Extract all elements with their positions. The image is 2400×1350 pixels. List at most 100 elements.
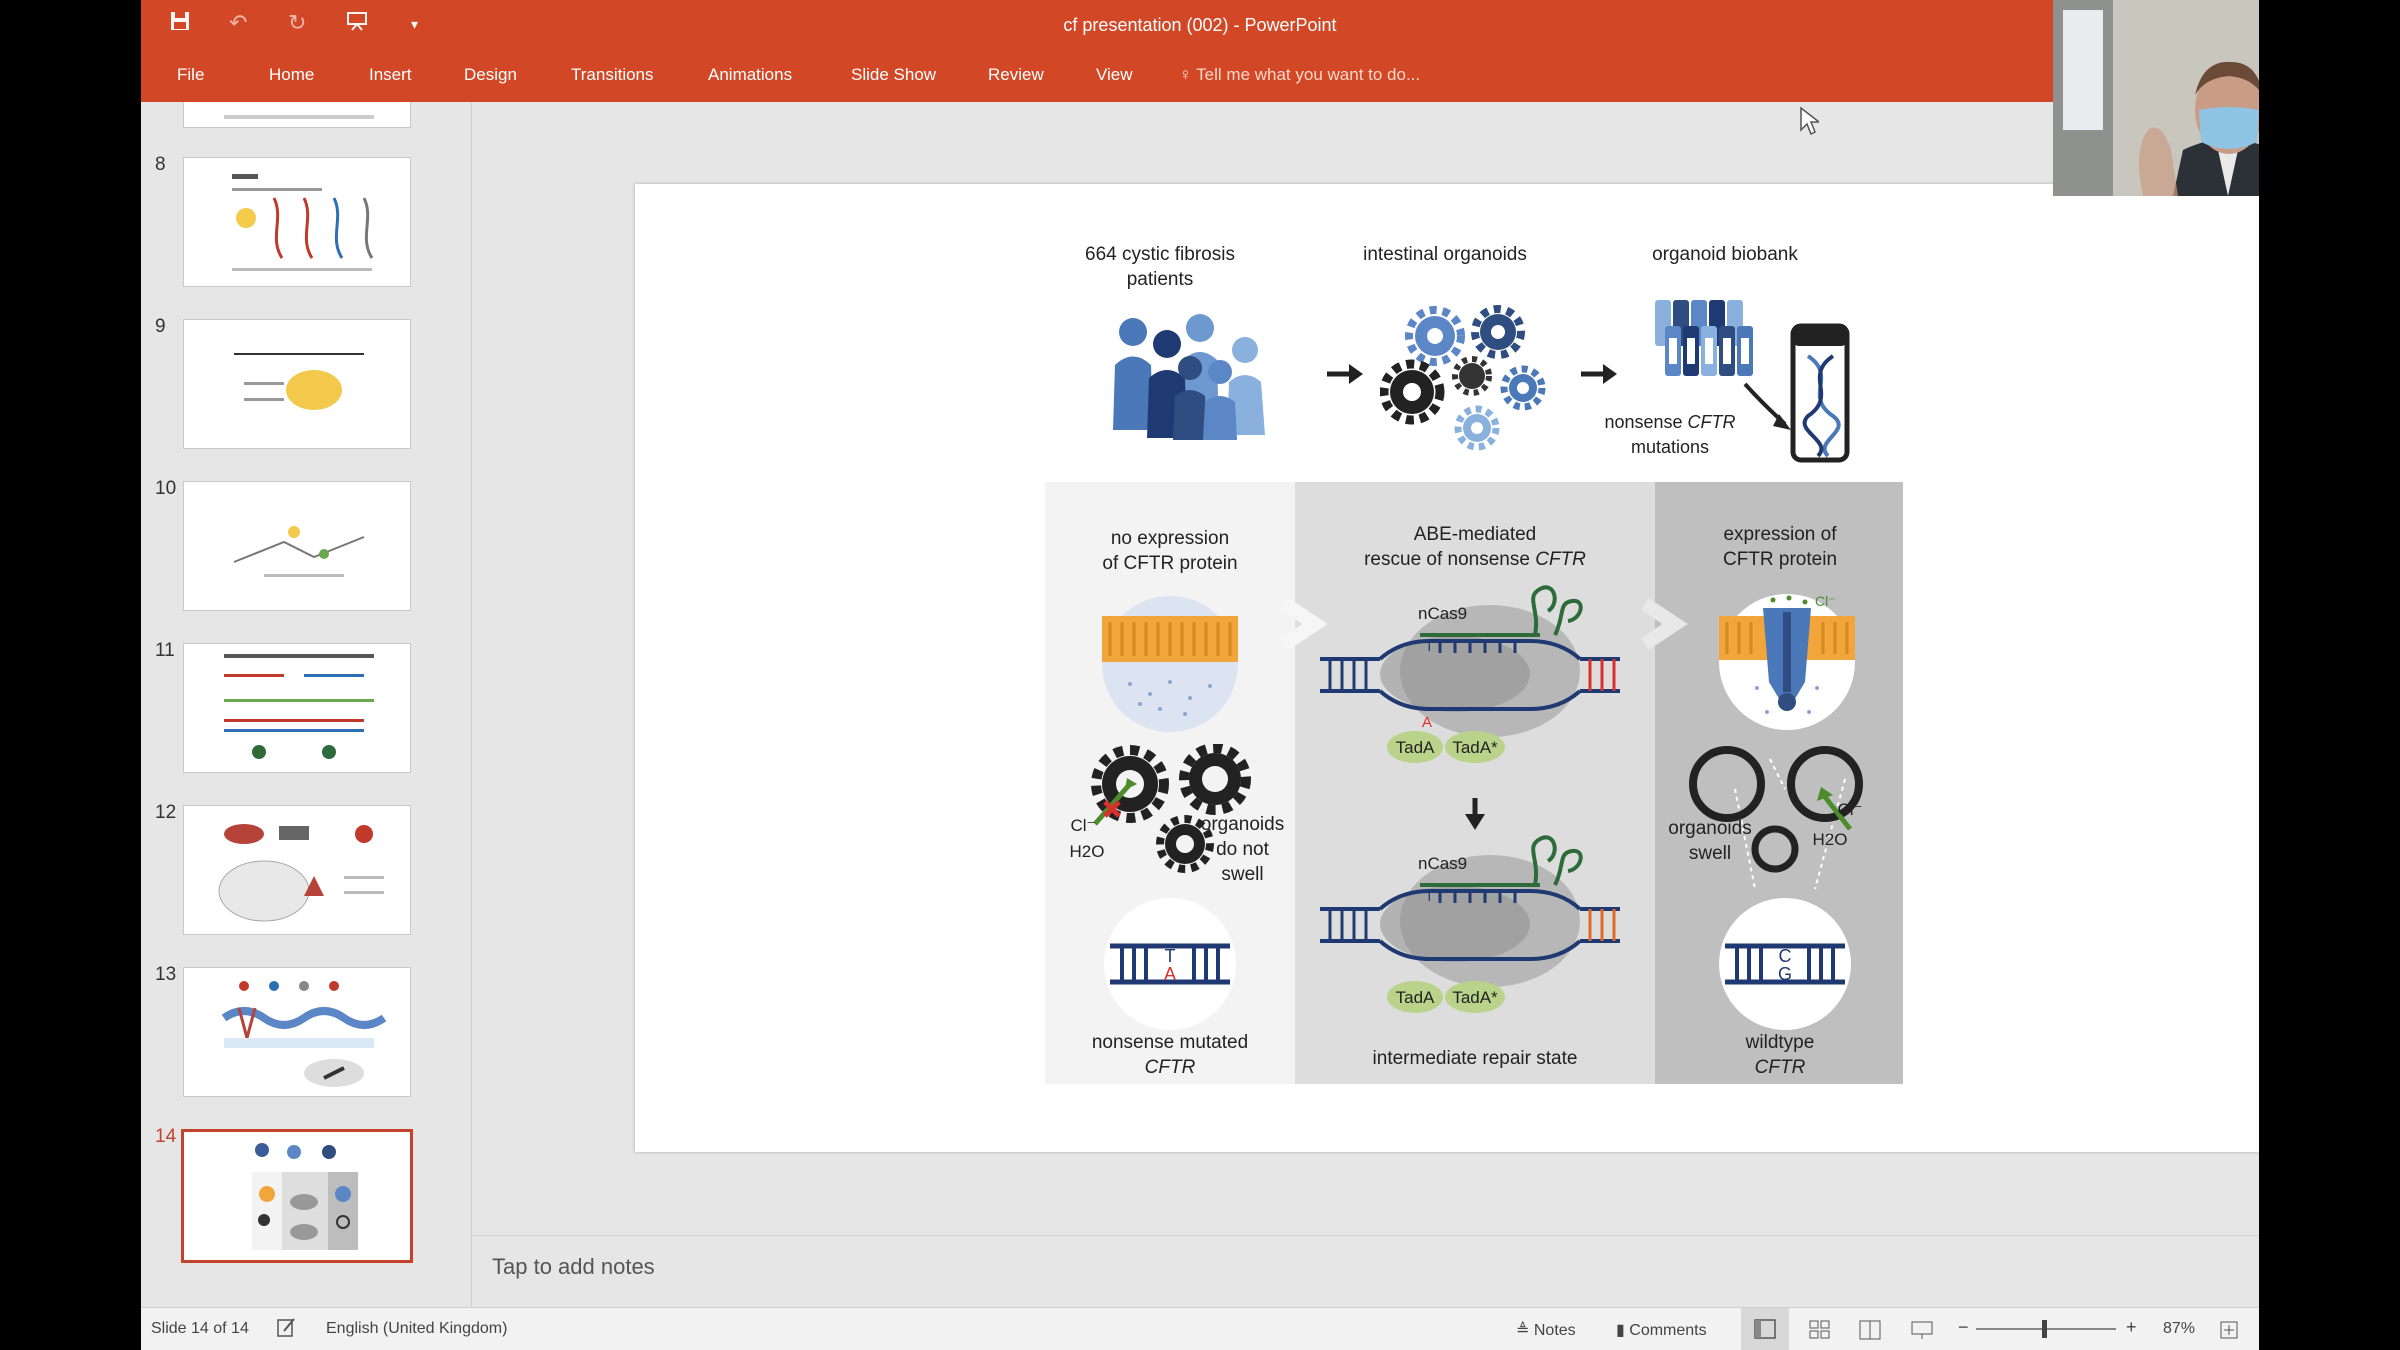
dna-left-top-base: T: [1165, 946, 1176, 966]
right-bottom-label: wildtype CFTR: [1665, 1030, 1895, 1080]
tab-home[interactable]: Home: [269, 65, 314, 85]
label-organoid-biobank: organoid biobank: [1652, 244, 1798, 265]
ncas9-label-bottom: nCas9: [1418, 854, 1467, 873]
tab-slide-show[interactable]: Slide Show: [851, 65, 936, 85]
mouse-cursor-icon: [1800, 106, 1819, 136]
spelling-check-icon[interactable]: [276, 1317, 298, 1344]
comments-button-label: Comments: [1629, 1322, 1707, 1339]
base-t-top: T: [1425, 638, 1434, 654]
zoom-slider[interactable]: [1976, 1320, 2116, 1338]
tab-view[interactable]: View: [1096, 65, 1133, 85]
zoom-out-button[interactable]: −: [1958, 1317, 1969, 1338]
notes-button-label: Notes: [1533, 1322, 1576, 1339]
tab-insert[interactable]: Insert: [369, 65, 412, 85]
language-indicator[interactable]: English (United Kingdom): [326, 1320, 507, 1338]
current-slide[interactable]: 664 cystic fibrosis patients intestinal …: [635, 184, 2259, 1152]
slide-thumbnail-7[interactable]: [183, 102, 411, 128]
slide-thumbnail-8[interactable]: [183, 157, 411, 287]
slide-counter: Slide 14 of 14: [151, 1320, 249, 1337]
label-nonsense-mutations: nonsense CFTR mutations: [1585, 410, 1755, 460]
slideshow-view-button[interactable]: [1911, 1320, 1933, 1345]
presenter-video-image: [2053, 0, 2259, 196]
zoom-in-button[interactable]: +: [2126, 1317, 2137, 1338]
arrow-right-icon: [1327, 364, 1363, 384]
membrane-no-channel-icon: [1102, 596, 1238, 732]
tab-design[interactable]: Design: [464, 65, 517, 85]
slide-number-9: 9: [155, 316, 166, 337]
notes-placeholder[interactable]: Tap to add notes: [492, 1254, 655, 1280]
comments-button[interactable]: ▮ Comments: [1616, 1320, 1707, 1340]
base-t-bottom: T: [1425, 888, 1434, 904]
slide-sorter-view-button[interactable]: [1809, 1320, 1831, 1345]
comment-icon: ▮: [1616, 1322, 1625, 1339]
chevron-right-icon: [1641, 598, 1688, 650]
tada-label-top: TadA: [1396, 738, 1435, 757]
left-title-line1: no expression: [1110, 528, 1230, 549]
label-intestinal-organoids: intestinal organoids: [1363, 244, 1527, 265]
tell-me-text: Tell me what you want to do...: [1196, 65, 1421, 84]
tada-star-label-top: TadA*: [1452, 738, 1498, 757]
slide-thumbnail-14-selected[interactable]: [181, 1129, 413, 1263]
dna-right-bottom-base: G: [1778, 964, 1792, 984]
slide-number-14: 14: [155, 1126, 177, 1147]
slide-number-12: 12: [155, 802, 177, 823]
ncas9-label-top: nCas9: [1418, 604, 1467, 623]
patients-silhouettes-icon: [1113, 314, 1265, 440]
right-title-line2: CFTR protein: [1722, 549, 1838, 570]
middle-panel-title: ABE-mediated rescue of nonsense CFTR: [1315, 522, 1635, 572]
right-bottom-line2: CFTR: [1754, 1057, 1806, 1078]
slide-thumbnail-11[interactable]: [183, 643, 411, 773]
left-bottom-line1: nonsense mutated: [1091, 1032, 1249, 1053]
tada-label-bottom: TadA: [1396, 988, 1435, 1007]
arrow-down-icon: [1465, 798, 1485, 830]
left-title-line2: of CFTR protein: [1102, 553, 1238, 574]
slide-thumbnail-10[interactable]: [183, 481, 411, 611]
mutations-suffix: mutations: [1630, 437, 1710, 457]
right-channel-chloride: Cl⁻: [1815, 593, 1836, 609]
notes-pane[interactable]: Tap to add notes: [472, 1235, 2259, 1306]
right-chloride-label: Cl⁻: [1837, 800, 1863, 819]
right-organoids-label: organoids swell: [1668, 818, 1752, 864]
left-chloride-label: Cl⁻: [1070, 816, 1096, 835]
base-a-top: A: [1422, 714, 1432, 731]
right-bottom-line1: wildtype: [1745, 1032, 1815, 1053]
mutations-prefix: nonsense: [1604, 412, 1688, 432]
dna-left-bottom-base: A: [1164, 964, 1176, 984]
slide-thumbnail-12[interactable]: [183, 805, 411, 935]
title-bar: ↶ ↻ ▾ cf presentation (002) - PowerPoint: [141, 0, 2259, 55]
slide-thumbnail-9[interactable]: [183, 319, 411, 449]
right-panel-title: expression of CFTR protein: [1665, 522, 1895, 572]
left-bottom-label: nonsense mutated CFTR: [1060, 1030, 1280, 1080]
arrow-right-icon: [1581, 364, 1617, 384]
slide-number-11: 11: [155, 640, 175, 661]
webcam-video-overlay: [2053, 0, 2259, 196]
zoom-slider-thumb[interactable]: [2042, 1320, 2047, 1338]
tell-me-search[interactable]: ♀ Tell me what you want to do...: [1179, 65, 1420, 85]
status-bar: Slide 14 of 14 English (United Kingdom) …: [141, 1307, 2259, 1350]
slide-thumbnail-13[interactable]: [183, 967, 411, 1097]
label-patients: 664 cystic fibrosis patients: [1085, 244, 1235, 290]
slide-number-8: 8: [155, 154, 166, 175]
middle-title-line1: ABE-mediated: [1413, 524, 1537, 545]
slide-thumbnail-pane[interactable]: 8 9 10 11 12 13 14: [141, 102, 472, 1307]
tab-review[interactable]: Review: [988, 65, 1044, 85]
window-title: cf presentation (002) - PowerPoint: [1063, 15, 1337, 35]
membrane-cftr-channel-icon: Cl⁻: [1719, 593, 1855, 730]
zoom-level[interactable]: 87%: [2163, 1320, 2195, 1338]
notes-toggle-button[interactable]: ≜ Notes: [1516, 1320, 1576, 1340]
middle-title-gene: CFTR: [1535, 549, 1586, 570]
normal-view-button[interactable]: [1741, 1308, 1789, 1350]
dna-mutated-icon: T A: [1104, 898, 1236, 1030]
fit-slide-button[interactable]: [2219, 1320, 2239, 1345]
left-organoids-label: organoids do not swell: [1200, 814, 1285, 885]
abe-complex-diagram: nCas9 T A TadA TadA*: [1320, 585, 1620, 763]
dna-wildtype-icon: C G: [1719, 898, 1851, 1030]
lightbulb-icon: ♀: [1179, 65, 1192, 84]
reading-view-button[interactable]: [1859, 1320, 1881, 1345]
left-water-label: H2O: [1069, 842, 1105, 861]
notes-icon: ≜: [1516, 1322, 1530, 1339]
tab-animations[interactable]: Animations: [708, 65, 792, 85]
tab-transitions[interactable]: Transitions: [571, 65, 654, 85]
tada-star-label-bottom: TadA*: [1452, 988, 1498, 1007]
tab-file[interactable]: File: [177, 65, 204, 85]
